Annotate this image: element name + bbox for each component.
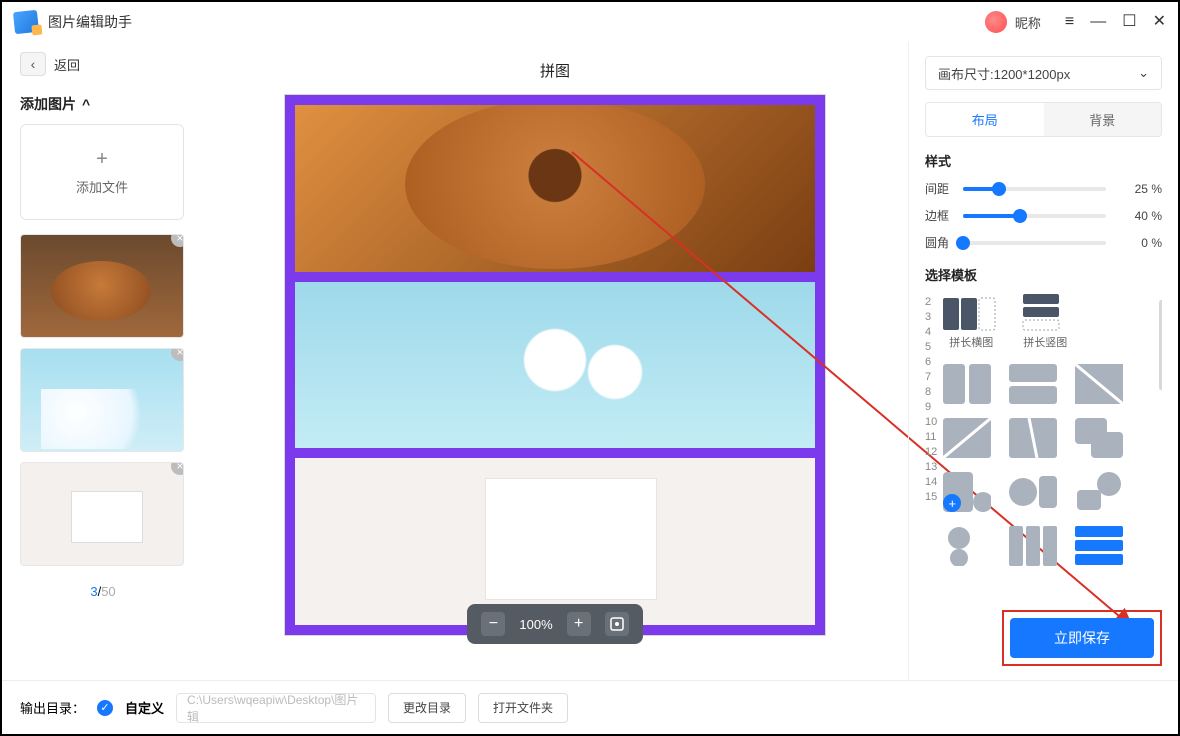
- check-icon[interactable]: ✓: [97, 700, 113, 716]
- style-title: 样式: [925, 151, 1162, 170]
- zoom-toolbar: − 100% +: [467, 604, 642, 644]
- radius-slider-row: 圆角 0 %: [925, 234, 1162, 251]
- template-long-vertical[interactable]: [1017, 294, 1065, 334]
- canvas-size-dropdown[interactable]: 画布尺寸:1200*1200px ⌄: [925, 56, 1162, 90]
- zoom-out-button[interactable]: −: [481, 612, 505, 636]
- menu-icon[interactable]: ≡: [1065, 14, 1074, 30]
- template-two-circles[interactable]: [943, 526, 991, 566]
- zoom-value: 100%: [519, 617, 552, 632]
- back-button[interactable]: ‹: [20, 52, 46, 76]
- app-logo-icon: [13, 10, 39, 34]
- template-v-split[interactable]: [1009, 418, 1057, 458]
- thumbnail-2[interactable]: ×: [20, 348, 184, 452]
- tab-layout[interactable]: 布局: [926, 103, 1044, 136]
- minimize-icon[interactable]: —: [1090, 14, 1106, 30]
- thumbnail-1[interactable]: ×: [20, 234, 184, 338]
- save-button[interactable]: 立即保存: [1010, 618, 1154, 658]
- save-highlight-box: 立即保存: [1002, 610, 1162, 666]
- canvas-cell-1[interactable]: [295, 105, 815, 272]
- titlebar: 图片编辑助手 昵称 ≡ — ☐ ✕: [2, 2, 1178, 42]
- template-circle-square[interactable]: [1075, 472, 1123, 512]
- chevron-up-icon: ^: [82, 96, 90, 112]
- right-panel: 画布尺寸:1200*1200px ⌄ 布局 背景 样式 间距 25 % 边框 4…: [908, 42, 1178, 680]
- template-long-horizontal[interactable]: [943, 294, 991, 334]
- template-3row-selected[interactable]: [1075, 526, 1123, 566]
- radius-slider[interactable]: [963, 241, 1106, 245]
- border-slider-row: 边框 40 %: [925, 207, 1162, 224]
- collage-canvas[interactable]: [285, 95, 825, 635]
- template-number-column: 23456789101112131415: [925, 294, 937, 602]
- custom-label: 自定义: [125, 698, 164, 717]
- thumbnail-remove-icon[interactable]: ×: [171, 348, 184, 361]
- add-file-label: 添加文件: [76, 177, 128, 196]
- chevron-down-icon: ⌄: [1138, 65, 1149, 81]
- template-circle-rect[interactable]: [1009, 472, 1057, 512]
- template-2col[interactable]: [943, 364, 991, 404]
- canvas-cell-3[interactable]: [295, 458, 815, 625]
- template-3col[interactable]: [1009, 526, 1057, 566]
- fullscreen-button[interactable]: [605, 612, 629, 636]
- thumbnail-remove-icon[interactable]: ×: [171, 234, 184, 247]
- output-path-input[interactable]: C:\Users\wqeapiw\Desktop\图片辑: [176, 693, 376, 723]
- back-label: 返回: [54, 55, 80, 74]
- template-scrollbar[interactable]: [1159, 294, 1162, 524]
- spacing-slider[interactable]: [963, 187, 1106, 191]
- right-tabs: 布局 背景: [925, 102, 1162, 137]
- center-panel: 拼图 − 100% +: [202, 42, 908, 680]
- avatar-icon[interactable]: [985, 11, 1007, 33]
- thumbnail-remove-icon[interactable]: ×: [171, 462, 184, 475]
- template-area: 23456789101112131415 拼长横图: [925, 294, 1162, 602]
- thumbnail-3[interactable]: ×: [20, 462, 184, 566]
- page-title: 拼图: [540, 60, 570, 81]
- border-slider[interactable]: [963, 214, 1106, 218]
- template-diag2[interactable]: [943, 418, 991, 458]
- output-dir-label: 输出目录：: [20, 698, 85, 717]
- app-title: 图片编辑助手: [48, 12, 985, 32]
- app-window: 图片编辑助手 昵称 ≡ — ☐ ✕ ‹ 返回 添加图片 ^ + 添加文件: [0, 0, 1180, 736]
- spacing-slider-row: 间距 25 %: [925, 180, 1162, 197]
- bottom-bar: 输出目录： ✓ 自定义 C:\Users\wqeapiw\Desktop\图片辑…: [2, 680, 1178, 734]
- image-counter: 3/50: [20, 584, 186, 599]
- tab-background[interactable]: 背景: [1044, 103, 1162, 136]
- close-icon[interactable]: ✕: [1153, 14, 1166, 30]
- canvas-cell-2[interactable]: [295, 282, 815, 449]
- open-folder-button[interactable]: 打开文件夹: [478, 693, 568, 723]
- content-area: ‹ 返回 添加图片 ^ + 添加文件 × × × 3/50 拼图: [2, 42, 1178, 680]
- template-diagonal[interactable]: [1075, 364, 1123, 404]
- add-file-card[interactable]: + 添加文件: [20, 124, 184, 220]
- plus-icon: +: [96, 148, 108, 171]
- zoom-in-button[interactable]: +: [567, 612, 591, 636]
- template-2row[interactable]: [1009, 364, 1057, 404]
- template-overlap[interactable]: [1075, 418, 1123, 458]
- nickname-label: 昵称: [1015, 13, 1041, 32]
- template-title: 选择模板: [925, 265, 1162, 284]
- add-images-title[interactable]: 添加图片 ^: [20, 94, 186, 114]
- change-dir-button[interactable]: 更改目录: [388, 693, 466, 723]
- left-panel: ‹ 返回 添加图片 ^ + 添加文件 × × × 3/50: [2, 42, 202, 680]
- maximize-icon[interactable]: ☐: [1122, 14, 1136, 30]
